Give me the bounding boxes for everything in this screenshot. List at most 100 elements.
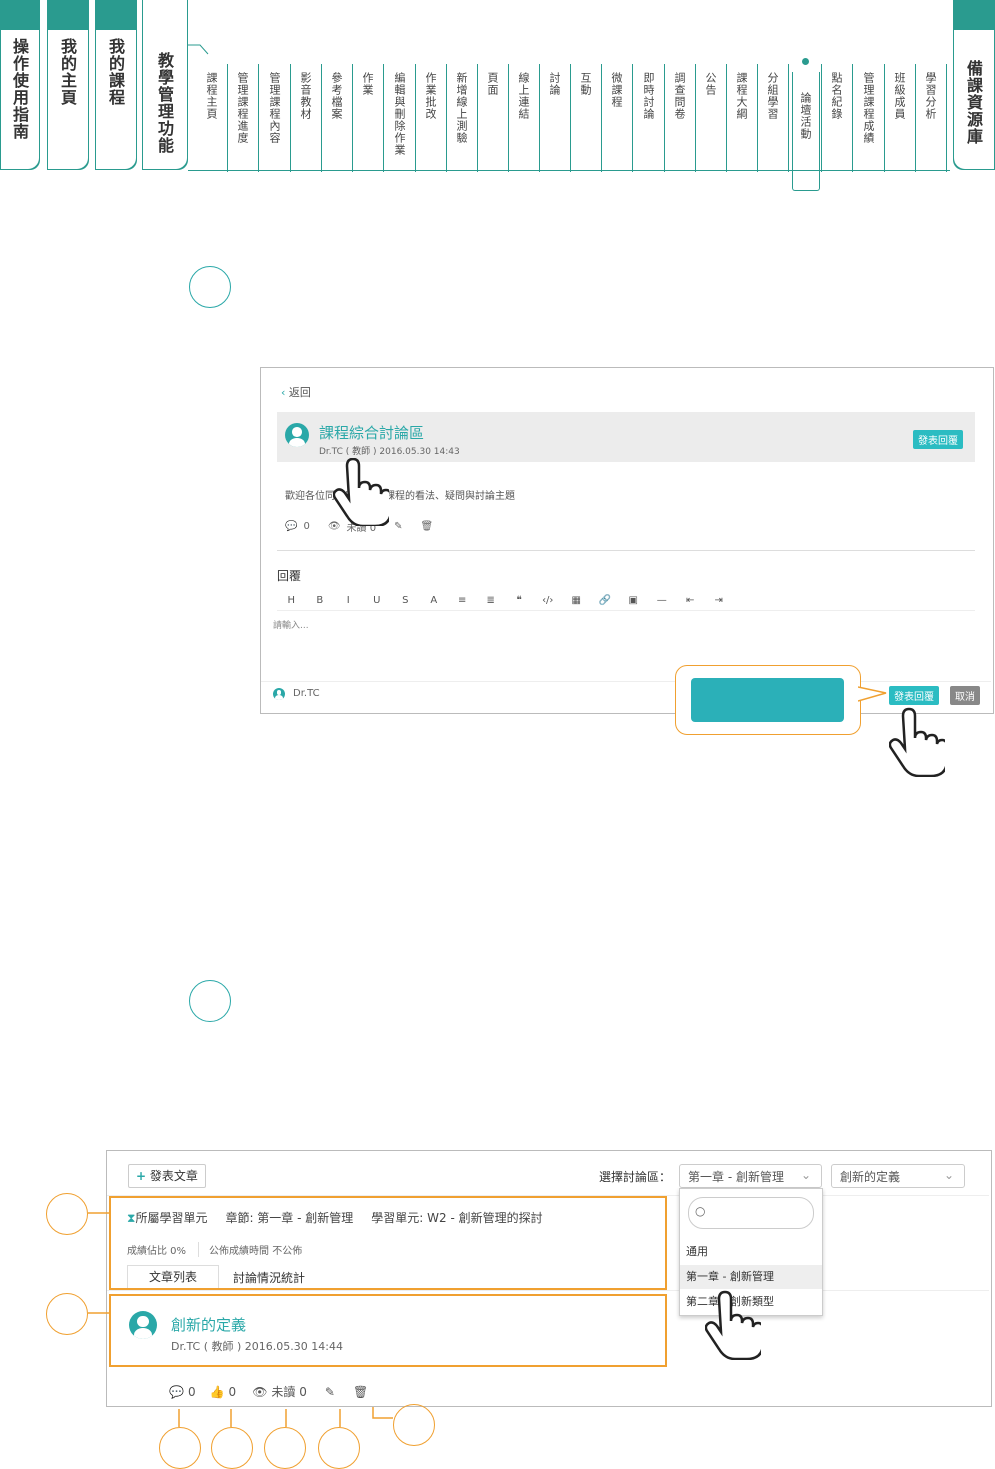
menu-item-14[interactable]: 微課程 (610, 72, 623, 108)
menu-item-12[interactable]: 討論 (548, 72, 561, 96)
menu-item-19[interactable]: 分組學習 (766, 72, 779, 120)
footer-divider (261, 681, 991, 682)
menu-item-2[interactable]: 管理課程進度 (236, 72, 249, 144)
menu-divider (446, 64, 447, 172)
callout-bubble (675, 665, 861, 735)
menu-divider (695, 64, 696, 172)
topic-title[interactable]: 課程綜合討論區 (319, 422, 424, 443)
tab-guide[interactable]: 操作使用指南 (0, 0, 40, 170)
annotation-connectors (88, 1212, 393, 1427)
tab-resources[interactable]: 備課資源庫 (953, 0, 995, 170)
chevron-left-icon: ‹ (281, 386, 286, 399)
menu-item-16[interactable]: 調查問卷 (673, 72, 686, 120)
menu-divider (383, 64, 384, 172)
indent-icon[interactable]: ⇥ (705, 595, 734, 606)
tab-teaching[interactable]: 教學管理功能 (142, 0, 188, 170)
editor-toolbar: H B I U S A ≡ ≣ ❝ ‹/› ▦ 🔗 ▣ — ⇤ ⇥ (277, 590, 975, 611)
menu-divider (884, 64, 885, 172)
table-icon[interactable]: ▦ (562, 595, 591, 606)
menu-item-18[interactable]: 課程大綱 (735, 72, 748, 120)
avatar (285, 423, 309, 447)
heading-icon[interactable]: H (277, 595, 306, 606)
code-icon[interactable]: ‹/› (534, 595, 563, 606)
topic-meta: Dr.TC ( 教師 ) 2016.05.30 14:43 (319, 447, 460, 457)
menu-item-24[interactable]: 學習分析 (924, 72, 937, 120)
menu-divider (946, 64, 947, 172)
menu-divider (915, 64, 916, 172)
trash-icon[interactable]: 🗑 (420, 521, 433, 532)
image-icon[interactable]: ▣ (619, 595, 648, 606)
tab-courses-label: 我的課程 (106, 38, 125, 106)
ordered-list-icon[interactable]: ≡ (448, 595, 477, 606)
menu-divider (726, 64, 727, 172)
bold-icon[interactable]: B (306, 595, 335, 606)
submit-reply-button[interactable]: 發表回覆 (889, 686, 939, 705)
menu-divider (321, 64, 322, 172)
menu-item-9[interactable]: 新增線上測驗 (455, 72, 468, 144)
menu-item-22[interactable]: 管理課程成績 (862, 72, 875, 144)
step-circle-2 (189, 980, 231, 1022)
active-menu-box (792, 72, 820, 191)
user-name: Dr.TC (293, 688, 320, 699)
topic-header: 課程綜合討論區 Dr.TC ( 教師 ) 2016.05.30 14:43 發表… (277, 412, 975, 462)
menu-item-21[interactable]: 點名紀錄 (830, 72, 843, 120)
font-color-icon[interactable]: A (420, 595, 449, 606)
step-circle-1 (189, 266, 231, 308)
strike-icon[interactable]: S (391, 595, 420, 606)
menu-divider (290, 64, 291, 172)
tab-resources-label: 備課資源庫 (964, 60, 983, 145)
back-link[interactable]: ‹ 返回 (281, 384, 311, 400)
edit-icon[interactable]: ✎ (394, 521, 402, 532)
menu-divider (664, 64, 665, 172)
editor-input[interactable]: 請輸入... (273, 618, 309, 631)
menu-item-13[interactable]: 互動 (579, 72, 592, 96)
menu-divider (508, 64, 509, 172)
outdent-icon[interactable]: ⇤ (676, 595, 705, 606)
tab-pointer (188, 44, 209, 55)
italic-icon[interactable]: I (334, 595, 363, 606)
menu-item-5[interactable]: 參考檔案 (330, 72, 343, 120)
underline-icon[interactable]: U (363, 595, 392, 606)
topic-body: 歡迎各位同學留下你對課程的看法、疑問與討論主題 (285, 491, 515, 502)
callout-pointer (858, 686, 887, 702)
tab-home-label: 我的主頁 (58, 38, 77, 106)
menu-divider (415, 64, 416, 172)
reply-panel: ‹ 返回 課程綜合討論區 Dr.TC ( 教師 ) 2016.05.30 14:… (260, 367, 994, 714)
comment-count: 0 (303, 521, 310, 532)
menu-item-6[interactable]: 作業 (361, 72, 374, 96)
quote-icon[interactable]: ❝ (505, 595, 534, 606)
menu-item-17[interactable]: 公告 (704, 72, 717, 96)
annotation-circle (46, 1193, 88, 1235)
hr-icon[interactable]: — (648, 595, 677, 606)
annotation-circle (46, 1293, 88, 1335)
menu-item-10[interactable]: 頁面 (486, 72, 499, 96)
menu-item-3[interactable]: 管理課程內容 (268, 72, 281, 144)
menu-divider (632, 64, 633, 172)
menu-item-23[interactable]: 班級成員 (893, 72, 906, 120)
annotation-circle (318, 1427, 360, 1469)
menu-item-1[interactable]: 課程主頁 (205, 72, 218, 120)
annotation-circle (159, 1427, 201, 1469)
annotation-circle (393, 1404, 435, 1446)
menu-divider (757, 64, 758, 172)
menu-item-11[interactable]: 線上連結 (517, 72, 530, 120)
menu-divider (852, 64, 853, 172)
tab-courses[interactable]: 我的課程 (95, 0, 137, 170)
menu-divider (258, 64, 259, 172)
link-icon[interactable]: 🔗 (591, 595, 620, 606)
menu-item-4[interactable]: 影音教材 (299, 72, 312, 120)
comment-icon[interactable]: 💬 (285, 521, 297, 532)
tab-guide-label: 操作使用指南 (10, 38, 29, 140)
menu-item-8[interactable]: 作業批改 (424, 72, 437, 120)
menu-baseline (188, 170, 950, 171)
unordered-list-icon[interactable]: ≣ (477, 595, 506, 606)
menu-item-7[interactable]: 編輯與刪除作業 (393, 72, 406, 156)
hand-pointer-icon (889, 707, 945, 777)
tab-home[interactable]: 我的主頁 (47, 0, 89, 170)
menu-divider (570, 64, 571, 172)
callout-fill (691, 678, 844, 722)
menu-divider (352, 64, 353, 172)
post-reply-button[interactable]: 發表回覆 (913, 430, 963, 449)
menu-item-15[interactable]: 即時討論 (642, 72, 655, 120)
cancel-button[interactable]: 取消 (950, 686, 980, 705)
